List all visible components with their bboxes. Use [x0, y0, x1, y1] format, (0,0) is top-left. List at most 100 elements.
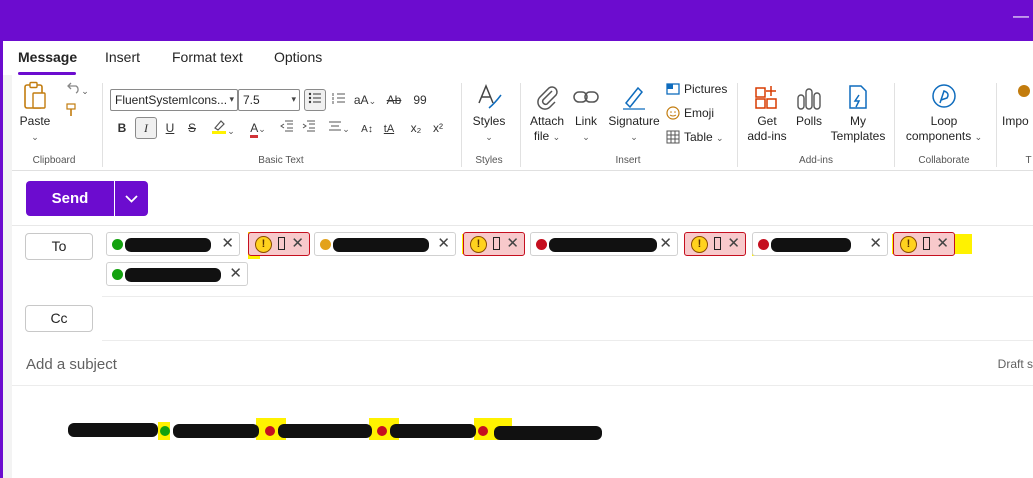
- close-icon[interactable]: ✕: [221, 234, 234, 252]
- send-button[interactable]: Send: [26, 181, 114, 216]
- import-label: Impo: [1002, 114, 1029, 128]
- presence-busy-icon: [265, 426, 275, 436]
- cc-button[interactable]: Cc: [25, 305, 93, 332]
- recipient-chip-warning[interactable]: ! ✕: [463, 232, 525, 256]
- styles-button[interactable]: Styles ⌄: [468, 83, 510, 145]
- font-color-button[interactable]: A⌄: [244, 118, 272, 138]
- clear-format-button[interactable]: tA: [380, 118, 398, 138]
- styles-icon: [478, 84, 502, 109]
- minimize-button[interactable]: —: [1013, 8, 1029, 26]
- attach-label-2: file: [533, 129, 550, 143]
- tab-options[interactable]: Options: [274, 49, 322, 65]
- recipient-chip[interactable]: ✕: [752, 232, 888, 256]
- link-button[interactable]: Link ⌄: [570, 83, 602, 145]
- redacted-text: [173, 424, 259, 438]
- decrease-indent-button[interactable]: [278, 118, 296, 138]
- polls-button[interactable]: Polls: [792, 83, 826, 129]
- line-spacing-icon: A↕: [361, 124, 373, 135]
- italic-button[interactable]: I: [135, 117, 157, 139]
- emoji-button[interactable]: Emoji: [666, 104, 714, 122]
- recipient-chip[interactable]: ✕: [106, 262, 248, 286]
- link-label: Link: [574, 114, 597, 128]
- chevron-down-icon: ⌄: [485, 132, 493, 142]
- recipient-chip-warning[interactable]: ! ✕: [248, 232, 310, 256]
- subscript-button[interactable]: x₂: [408, 118, 424, 138]
- presence-busy-icon: [536, 239, 547, 250]
- bullets-button[interactable]: [304, 89, 326, 111]
- close-icon[interactable]: ✕: [727, 234, 740, 252]
- tab-format-text[interactable]: Format text: [172, 49, 243, 65]
- redacted-name: [333, 238, 429, 252]
- recipient-chip[interactable]: ✕: [314, 232, 456, 256]
- signature-icon: [623, 86, 645, 110]
- to-button[interactable]: To: [25, 233, 93, 260]
- emoji-icon: [666, 106, 680, 120]
- templates-label: My: [850, 114, 866, 128]
- close-icon[interactable]: ✕: [437, 234, 450, 252]
- warning-icon: !: [900, 236, 917, 253]
- align-button[interactable]: ⌄: [324, 118, 354, 138]
- undo-button[interactable]: ⌄: [64, 80, 92, 100]
- presence-busy-icon: [377, 426, 387, 436]
- line-spacing-button[interactable]: A↕: [358, 118, 376, 138]
- chevron-down-icon: ⌄: [582, 132, 590, 142]
- get-add-ins-button[interactable]: Get add-ins: [742, 83, 792, 144]
- send-options-button[interactable]: [115, 181, 148, 216]
- paste-button[interactable]: Paste ⌄: [18, 81, 52, 145]
- pictures-button[interactable]: Pictures: [666, 80, 727, 98]
- close-icon[interactable]: ✕: [869, 234, 882, 252]
- underline-button[interactable]: U: [162, 118, 178, 138]
- close-icon[interactable]: ✕: [506, 234, 519, 252]
- font-name-select[interactable]: FluentSystemIcons... ▾: [110, 89, 238, 111]
- close-icon[interactable]: ✕: [936, 234, 949, 252]
- attach-file-button[interactable]: Attach file ⌄: [525, 83, 569, 145]
- recipient-chip[interactable]: ✕: [530, 232, 678, 256]
- import-button[interactable]: Impo: [1002, 83, 1033, 129]
- group-label-clipboard: Clipboard: [32, 155, 76, 166]
- change-case-button[interactable]: aA⌄: [352, 90, 378, 110]
- bullet-list-icon: [308, 92, 321, 104]
- redacted-text: [278, 424, 372, 438]
- bold-button[interactable]: B: [114, 118, 130, 138]
- recipient-chip-warning[interactable]: ! ✕: [893, 232, 955, 256]
- recipient-chip[interactable]: ✕: [106, 232, 240, 256]
- unknown-glyph-icon: [714, 237, 721, 250]
- format-painter-button[interactable]: [64, 103, 78, 123]
- strikethrough-button[interactable]: S: [184, 118, 200, 138]
- loop-icon: [932, 84, 956, 108]
- close-icon[interactable]: ✕: [659, 234, 672, 252]
- my-templates-button[interactable]: My Templates: [828, 83, 888, 144]
- add-ins-icon: [755, 86, 777, 109]
- superscript-button[interactable]: x²: [430, 118, 446, 138]
- highlight-button[interactable]: ⌄: [208, 118, 238, 138]
- redacted-name: [549, 238, 657, 252]
- emoji-label: Emoji: [684, 106, 715, 120]
- redacted-name: [125, 238, 211, 252]
- signature-button[interactable]: Signature ⌄: [606, 83, 662, 145]
- compose-area: To ✕ ! ✕ ✕ ! ✕ ✕ ! ✕ ✕ ! ✕ ✕ Cc Add a su…: [12, 226, 1033, 478]
- table-button[interactable]: Table ⌄: [666, 128, 724, 146]
- group-label-cut-off: T: [1025, 155, 1032, 166]
- group-separator: [520, 83, 521, 167]
- quote-button[interactable]: 99: [410, 90, 430, 110]
- recipient-chip-warning[interactable]: ! ✕: [684, 232, 746, 256]
- numbering-button[interactable]: [330, 90, 348, 110]
- close-icon[interactable]: ✕: [229, 264, 242, 282]
- clear-format-icon: tA: [383, 123, 395, 135]
- tab-message[interactable]: Message: [18, 49, 77, 65]
- divider: [102, 340, 1033, 341]
- clipboard-icon: [24, 81, 46, 109]
- loop-label-2: components: [905, 129, 972, 143]
- presence-busy-icon: [478, 426, 488, 436]
- spelling-button[interactable]: Ab: [384, 90, 404, 110]
- tab-insert[interactable]: Insert: [105, 49, 140, 65]
- draft-status: Draft s: [997, 357, 1033, 371]
- subject-input[interactable]: Add a subject: [26, 356, 117, 373]
- change-case-icon: aA: [353, 93, 369, 107]
- font-size-select[interactable]: 7.5 ▾: [238, 89, 300, 111]
- send-bar: Send: [12, 171, 1033, 226]
- group-label-basic-text: Basic Text: [258, 155, 304, 166]
- close-icon[interactable]: ✕: [291, 234, 304, 252]
- increase-indent-button[interactable]: [300, 118, 318, 138]
- loop-components-button[interactable]: Loop components ⌄: [902, 83, 986, 145]
